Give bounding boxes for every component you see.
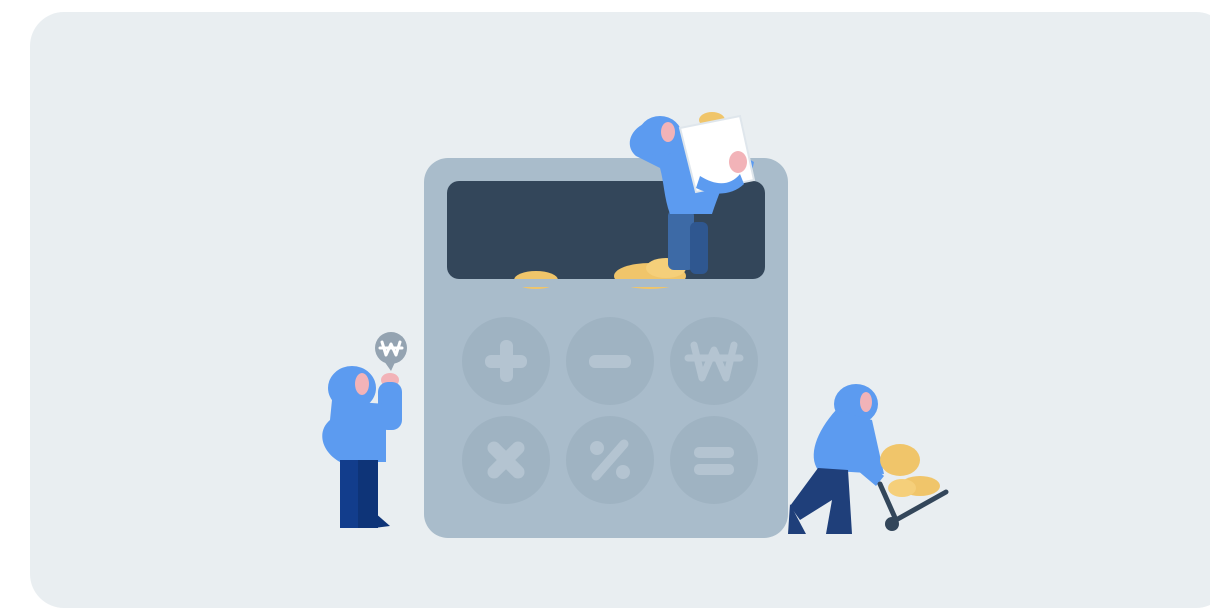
percent-key (566, 416, 654, 504)
minus-key (566, 317, 654, 405)
coin-stack-icon (880, 444, 940, 497)
minus-icon (589, 355, 631, 368)
times-key (462, 416, 550, 504)
won-key (670, 317, 758, 405)
equals-key (670, 416, 758, 504)
plus-key (462, 317, 550, 405)
speech-bubble-icon (375, 332, 407, 371)
figure-left-icon (322, 332, 407, 528)
calculator-illustration (322, 112, 949, 538)
times-icon (487, 441, 525, 479)
figure-right-icon (788, 384, 949, 534)
